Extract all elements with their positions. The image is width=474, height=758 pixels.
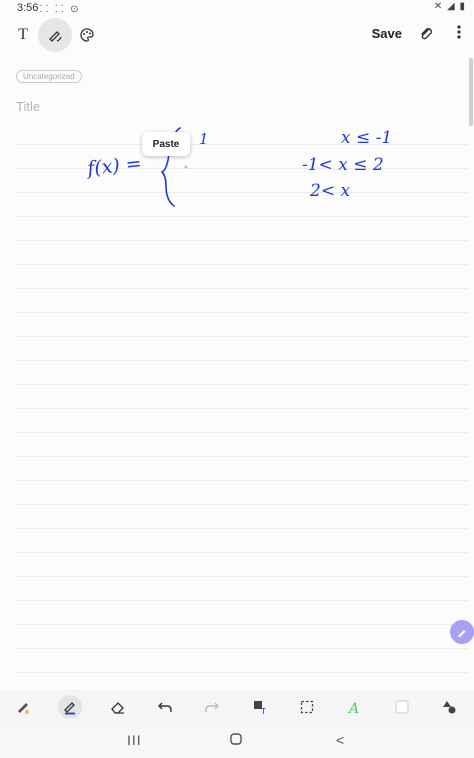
undo-icon xyxy=(158,702,172,712)
shapes-icon xyxy=(443,701,456,714)
color-a-icon: A xyxy=(347,701,359,715)
drawing-toolbar: T A xyxy=(0,690,474,724)
handwritten-case3-condition: 2< x xyxy=(309,181,350,201)
selection-button[interactable] xyxy=(295,695,319,719)
select-icon xyxy=(300,700,314,714)
back-button[interactable]: < xyxy=(336,732,344,748)
redo-button[interactable] xyxy=(200,695,224,719)
recent-apps-button[interactable]: III xyxy=(127,732,142,748)
highlighter-pen-button[interactable] xyxy=(11,695,35,719)
floating-pen-button[interactable] xyxy=(450,620,474,644)
eraser-icon xyxy=(111,702,124,714)
text-convert-icon: T xyxy=(254,701,266,715)
color-button[interactable]: A xyxy=(342,695,366,719)
handwriting-canvas[interactable]: f(x) = 1 x ≤ -1 -1< x ≤ 2 2< x xyxy=(0,0,474,690)
text-convert-button[interactable]: T xyxy=(248,695,272,719)
paste-button[interactable]: Paste xyxy=(142,132,190,156)
pen-icon xyxy=(458,630,466,638)
shapes-button[interactable] xyxy=(437,695,461,719)
svg-text:T: T xyxy=(260,707,266,715)
color-swatch-icon xyxy=(395,700,409,714)
home-button[interactable] xyxy=(230,732,242,748)
redo-icon xyxy=(205,702,219,712)
undo-button[interactable] xyxy=(153,695,177,719)
system-navigation-bar: III < xyxy=(0,724,474,758)
cursor-dot xyxy=(184,165,188,169)
color-swatch-button[interactable] xyxy=(390,695,414,719)
handwritten-lhs: f(x) = xyxy=(84,152,143,180)
pen-button[interactable] xyxy=(58,695,82,719)
pen-icon xyxy=(64,702,75,715)
scrollbar-thumb[interactable] xyxy=(469,58,473,126)
home-icon xyxy=(230,733,242,745)
handwritten-case1-value: 1 xyxy=(199,130,209,148)
svg-text:A: A xyxy=(347,701,359,715)
highlighter-pen-icon xyxy=(18,703,29,714)
eraser-button[interactable] xyxy=(106,695,130,719)
handwritten-case2-condition: -1< x ≤ 2 xyxy=(302,155,384,175)
handwritten-case1-condition: x ≤ -1 xyxy=(341,128,392,148)
